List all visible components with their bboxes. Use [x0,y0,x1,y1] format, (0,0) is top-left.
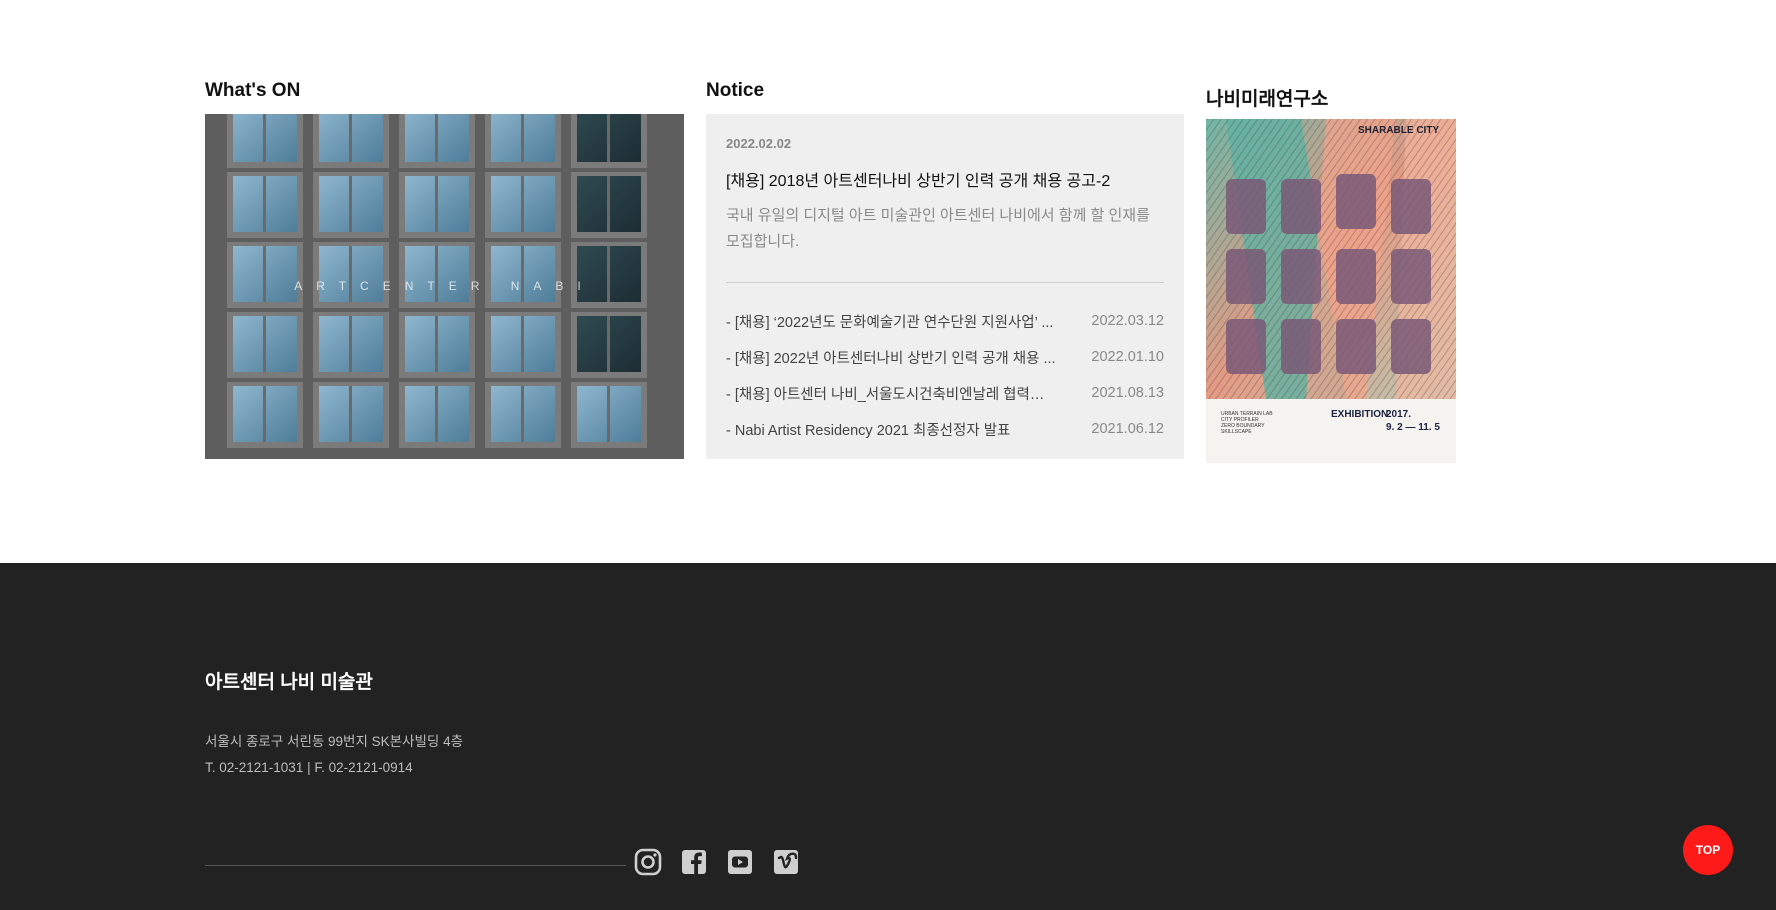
window-mullion [607,316,610,372]
notice-list-item[interactable]: - [채용] 2022년 아트센터나비 상반기 인력 공개 채용 ... 2022… [726,339,1164,375]
window-mullion [435,316,438,372]
poster-bottom-panel: URBAN TERRAIN LAB CITY PROFILER ZERO BOUND… [1206,399,1456,463]
instagram-icon[interactable] [633,847,663,877]
window-mullion [435,114,438,162]
window-mullion [263,386,266,442]
window-mullion [349,176,352,232]
notice-title: Notice [706,80,765,101]
poster-small-text: URBAN TERRAIN LAB CITY PROFILER ZERO BOUND… [1221,411,1273,435]
lab-poster-image[interactable]: SHARABLE CITY URBAN TERRAIN LAB CITY PROF… [1206,119,1456,463]
whatson-title: What's ON [205,80,301,101]
window-mullion [349,316,352,372]
notice-list: - [채용] ‘2022년도 문화예술기관 연수단원 지원사업’ ... 2022… [726,303,1164,447]
footer-title: 아트센터 나비 미술관 [205,672,373,693]
window-mullion [263,316,266,372]
notice-item-title[interactable]: - [채용] 2022년 아트센터나비 상반기 인력 공개 채용 ... [726,347,1056,368]
window-mullion [607,114,610,162]
notice-item-date: 2022.01.10 [1091,349,1164,365]
notice-list-item[interactable]: - Nabi Artist Residency 2021 최종선정자 발표 202… [726,411,1164,447]
footer-divider [205,865,626,866]
notice-item-date: 2021.08.13 [1091,385,1164,401]
window-mullion [607,176,610,232]
window-mullion [521,316,524,372]
window-mullion [521,246,524,302]
window-mullion [263,176,266,232]
footer-address: 서울시 종로구 서린동 99번지 SK본사빌딩 4층 [205,734,464,749]
notice-divider [726,282,1164,283]
notice-item-date: 2021.06.12 [1091,421,1164,437]
poster-exhibition-label: EXHIBITION [1331,409,1389,420]
notice-item-title[interactable]: - [채용] ‘2022년도 문화예술기관 연수단원 지원사업’ ... [726,311,1053,332]
poster-year: 2017. [1386,409,1412,420]
notice-item-title[interactable]: - Nabi Artist Residency 2021 최종선정자 발표 [726,419,1010,440]
window-mullion [263,246,266,302]
notice-list-item[interactable]: - [채용] 아트센터 나비_서울도시건축비엔날레 협력전 ... 2021.08… [726,375,1164,411]
window-mullion [349,386,352,442]
featured-notice-headline[interactable]: [채용] 2018년 아트센터나비 상반기 인력 공개 채용 공고-2 [726,167,1164,191]
window-mullion [607,386,610,442]
window-mullion [263,114,266,162]
poster-dates: 9. 2 — 11. 5 [1386,422,1440,433]
whatson-image-caption: ARTCENTER NABI [294,279,595,293]
facebook-icon[interactable] [679,847,709,877]
whatson-image[interactable]: ARTCENTER NABI [205,114,684,459]
window-mullion [521,176,524,232]
featured-notice-summary: 국내 유일의 디지털 아트 미술관인 아트센터 나비에서 함께 할 인재를 모집… [726,207,1150,250]
window-mullion [521,114,524,162]
notice-list-item[interactable]: - [채용] ‘2022년도 문화예술기관 연수단원 지원사업’ ... 2022… [726,303,1164,339]
footer: 아트센터 나비 미술관 서울시 종로구 서린동 99번지 SK본사빌딩 4층 T… [0,563,1776,910]
notice-item-title[interactable]: - [채용] 아트센터 나비_서울도시건축비엔날레 협력전 ... [726,383,1056,404]
top-button[interactable]: TOP [1683,825,1733,875]
youtube-icon[interactable] [725,847,755,877]
window-mullion [607,246,610,302]
footer-address-block: 서울시 종로구 서린동 99번지 SK본사빌딩 4층 T. 02-2121-10… [205,729,463,781]
featured-notice-date: 2022.02.02 [726,136,792,151]
window-mullion [435,176,438,232]
footer-contact: T. 02-2121-1031 | F. 02-2121-0914 [205,760,413,775]
notice-item-date: 2022.03.12 [1091,313,1164,329]
window-mullion [521,386,524,442]
vimeo-icon[interactable] [771,847,801,877]
window-mullion [435,386,438,442]
sharable-city-poster-art [1206,119,1456,399]
poster-heading: SHARABLE CITY [1358,125,1440,136]
window-mullion [435,246,438,302]
window-mullion [349,114,352,162]
notice-box: 2022.02.02 [채용] 2018년 아트센터나비 상반기 인력 공개 채… [706,114,1184,459]
lab-title: 나비미래연구소 [1206,89,1329,110]
window-mullion [349,246,352,302]
